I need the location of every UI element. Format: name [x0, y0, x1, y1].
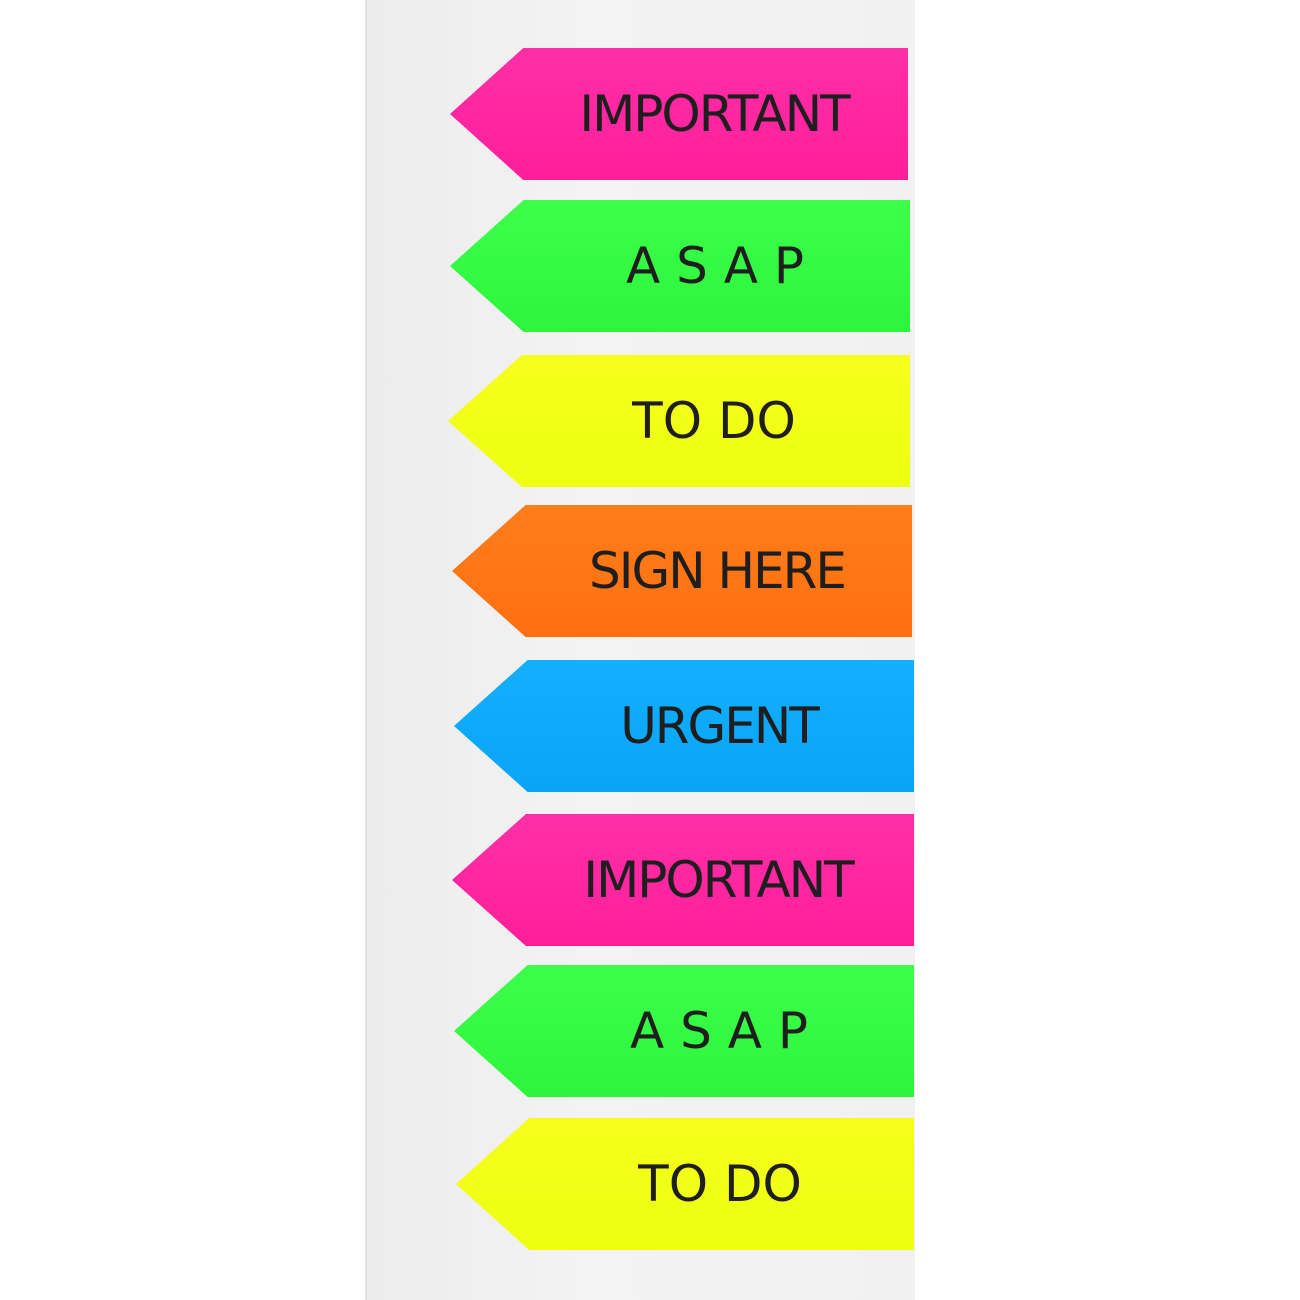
- flag-label: IMPORTANT: [583, 851, 854, 909]
- flag-to-do: TO DO: [456, 1118, 914, 1250]
- flag-to-do: TO DO: [448, 355, 910, 487]
- flag-label: TO DO: [638, 1155, 802, 1213]
- product-photo: IMPORTANT A S A P TO DO SIGN HERE URGENT…: [0, 0, 1300, 1300]
- flag-label: A S A P: [626, 237, 804, 295]
- flag-label: URGENT: [620, 697, 820, 755]
- flag-sign-here: SIGN HERE: [452, 505, 912, 637]
- flag-label: IMPORTANT: [579, 85, 850, 143]
- flag-urgent: URGENT: [454, 660, 914, 792]
- flag-label: A S A P: [630, 1002, 808, 1060]
- flag-backing-sheet: [365, 0, 915, 1300]
- flag-important: IMPORTANT: [452, 814, 914, 946]
- flag-label: SIGN HERE: [588, 542, 847, 600]
- flag-label: TO DO: [632, 392, 796, 450]
- flag-important: IMPORTANT: [450, 48, 908, 180]
- backing-sheet-edge: [365, 0, 367, 1300]
- flag-asap: A S A P: [454, 965, 914, 1097]
- flag-asap: A S A P: [450, 200, 910, 332]
